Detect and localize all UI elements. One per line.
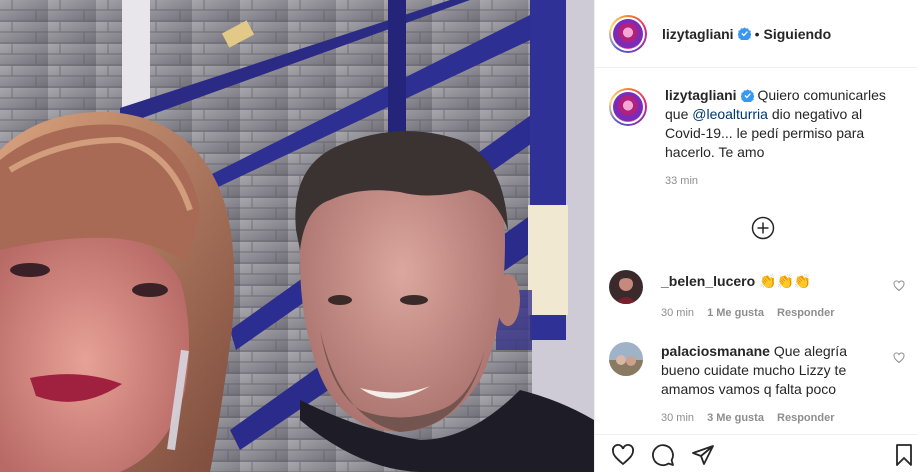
caption-timestamp[interactable]: 33 min xyxy=(665,174,897,188)
post-action-bar xyxy=(595,434,917,472)
comment-body: _belen_lucero 👏👏👏 30 min 1 Me gusta Resp… xyxy=(661,270,881,320)
comment-item: _belen_lucero 👏👏👏 30 min 1 Me gusta Resp… xyxy=(609,270,907,320)
comment-username[interactable]: _belen_lucero xyxy=(661,273,755,289)
comment-time[interactable]: 30 min xyxy=(661,412,694,424)
author-username[interactable]: lizytagliani xyxy=(662,26,734,42)
comment-likes[interactable]: 1 Me gusta xyxy=(707,307,764,319)
comment-username[interactable]: palaciosmanane xyxy=(661,343,770,359)
comment-meta: 30 min 1 Me gusta Responder xyxy=(661,306,881,320)
caption-body: lizytagliani Quiero comunicarles que @le… xyxy=(665,86,897,188)
paper-plane-icon[interactable] xyxy=(691,443,715,467)
post-photo[interactable] xyxy=(0,0,594,472)
comment-time[interactable]: 30 min xyxy=(661,307,694,319)
comment-item: palaciosmanane Que alegría bueno cuidate… xyxy=(609,342,907,425)
plus-circle-icon[interactable] xyxy=(751,216,775,240)
comment-body: palaciosmanane Que alegría bueno cuidate… xyxy=(661,342,881,425)
comment-likes[interactable]: 3 Me gusta xyxy=(707,412,764,424)
comment-icon[interactable] xyxy=(651,443,675,467)
heart-icon[interactable] xyxy=(893,280,905,292)
following-button[interactable]: Siguiendo xyxy=(763,26,831,42)
caption-avatar[interactable] xyxy=(609,88,647,126)
selfie-image xyxy=(0,0,594,472)
post-side-panel: lizytagliani • Siguiendo lizytagliani Qu… xyxy=(594,0,917,472)
heart-icon[interactable] xyxy=(893,352,905,364)
comment-text: 👏👏👏 xyxy=(755,273,812,289)
verified-badge-icon xyxy=(740,89,754,102)
caption-username[interactable]: lizytagliani xyxy=(665,87,737,103)
commenter-avatar[interactable] xyxy=(609,270,643,304)
comment-meta: 30 min 3 Me gusta Responder xyxy=(661,411,881,425)
verified-badge-icon xyxy=(737,27,751,40)
comment-reply-button[interactable]: Responder xyxy=(777,412,834,424)
header-separator: • xyxy=(754,25,760,42)
heart-icon[interactable] xyxy=(611,443,635,467)
post-header: lizytagliani • Siguiendo xyxy=(595,0,917,68)
comment-reply-button[interactable]: Responder xyxy=(777,307,834,319)
post-caption: lizytagliani Quiero comunicarles que @le… xyxy=(609,86,909,188)
bookmark-icon[interactable] xyxy=(892,443,916,467)
caption-mention-link[interactable]: @leoalturria xyxy=(692,106,768,122)
commenter-avatar[interactable] xyxy=(609,342,643,376)
author-avatar[interactable] xyxy=(609,14,647,53)
